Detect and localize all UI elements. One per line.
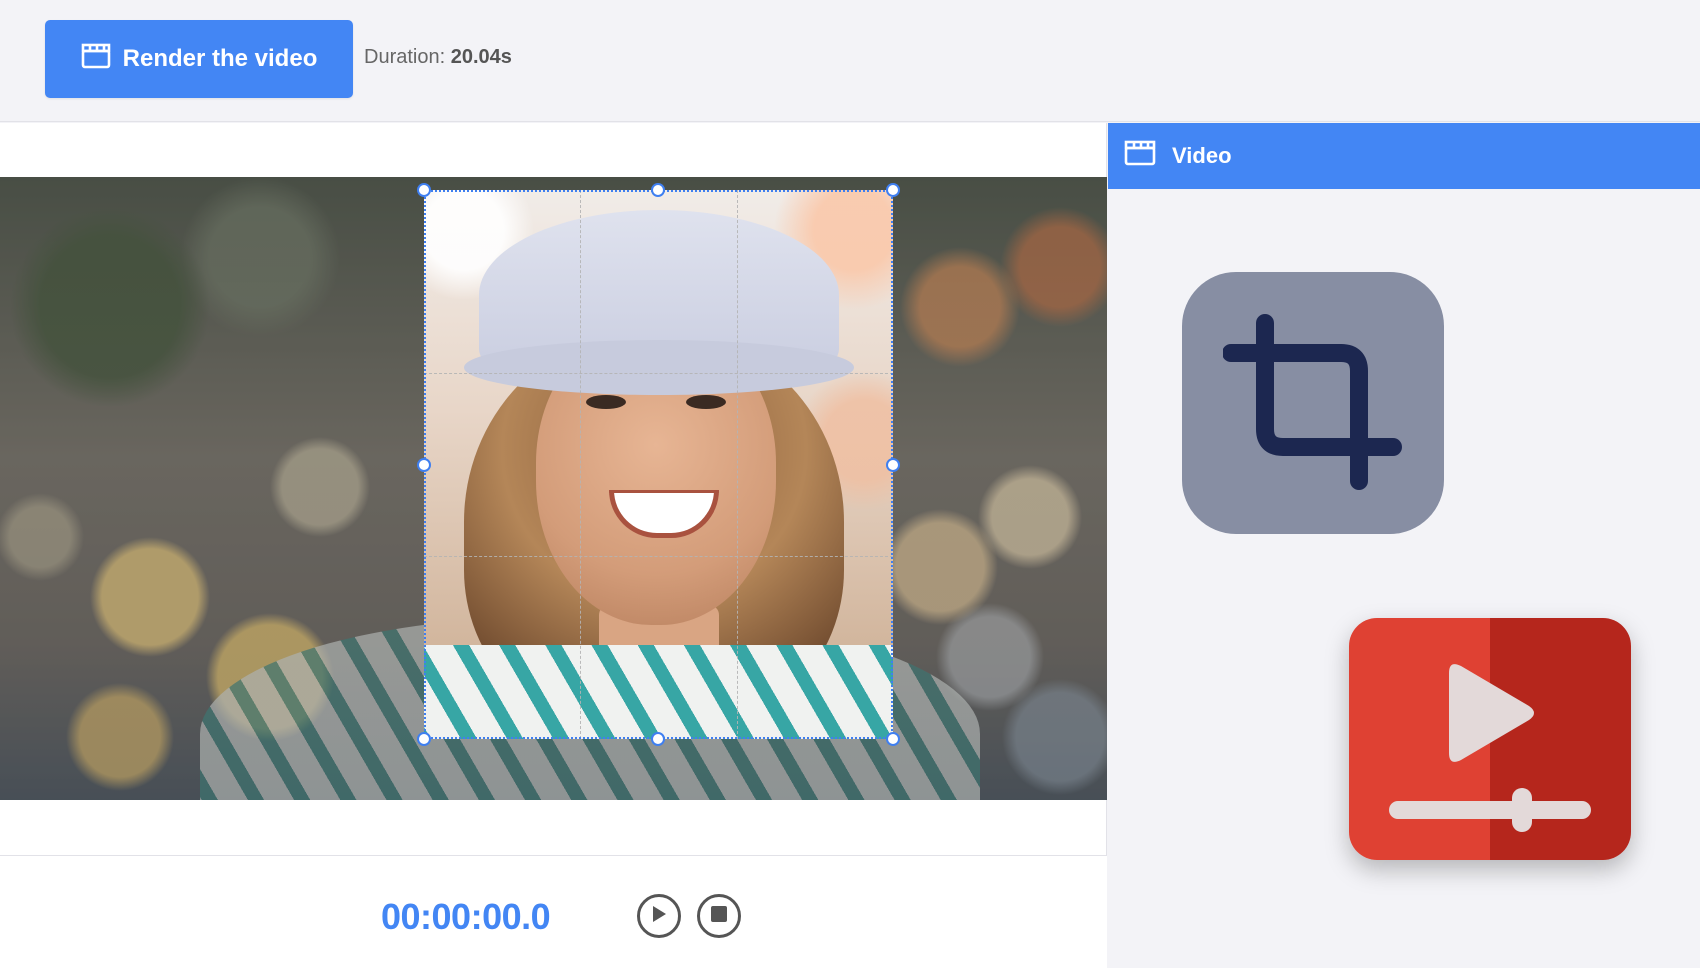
duration-label: Duration: <box>364 46 446 68</box>
video-editor: 00:00:00.0 <box>0 123 1107 968</box>
stop-button[interactable] <box>697 894 741 938</box>
crop-handle-left[interactable] <box>417 458 431 472</box>
crop-handle-bottom-left[interactable] <box>417 732 431 746</box>
render-video-button[interactable]: Render the video <box>45 20 353 98</box>
playback-bar: 00:00:00.0 <box>0 855 1107 968</box>
crop-handle-right[interactable] <box>886 458 900 472</box>
video-player-icon <box>1349 618 1631 860</box>
crop-handle-top[interactable] <box>651 183 665 197</box>
crop-frame[interactable] <box>424 190 893 739</box>
play-icon <box>650 904 668 929</box>
crop-handle-bottom[interactable] <box>651 732 665 746</box>
stop-icon <box>710 905 728 928</box>
crop-handle-top-right[interactable] <box>886 183 900 197</box>
video-player-tile <box>1349 618 1631 860</box>
duration-readout: Duration: 20.04s <box>364 46 512 69</box>
crop-handle-bottom-right[interactable] <box>886 732 900 746</box>
render-video-label: Render the video <box>122 45 318 72</box>
play-button[interactable] <box>637 894 681 938</box>
crop-handle-top-left[interactable] <box>417 183 431 197</box>
duration-value: 20.04s <box>450 46 512 68</box>
clapperboard-icon <box>81 43 111 76</box>
properties-panel: Video <box>1108 123 1700 968</box>
top-toolbar: Render the video Duration: 20.04s <box>0 0 1700 122</box>
clapperboard-icon <box>1124 140 1156 172</box>
crop-tool-tile <box>1182 272 1444 534</box>
timecode: 00:00:00.0 <box>381 896 551 937</box>
panel-title: Video <box>1172 143 1232 168</box>
video-preview[interactable] <box>0 177 1107 800</box>
crop-icon <box>1222 311 1403 496</box>
panel-header[interactable]: Video <box>1108 123 1700 189</box>
